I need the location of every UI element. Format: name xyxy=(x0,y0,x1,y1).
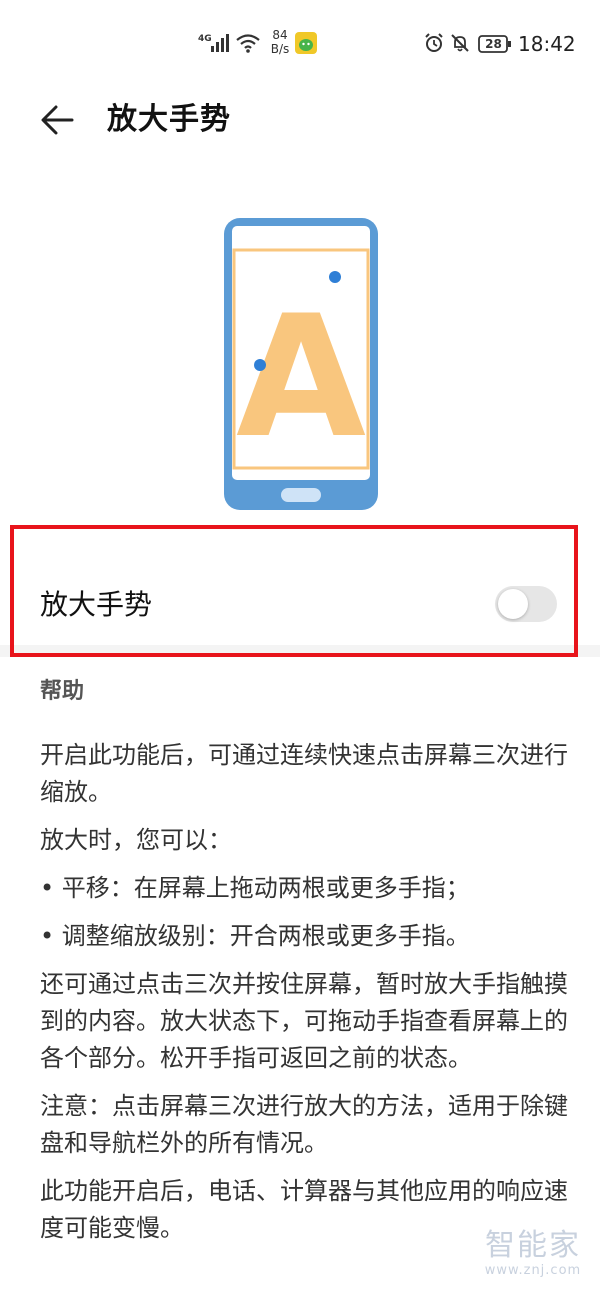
help-paragraph: 注意：点击屏幕三次进行放大的方法，适用于除键盘和导航栏外的所有情况。 xyxy=(40,1092,568,1157)
toggle-knob xyxy=(498,589,528,619)
watermark-title: 智能家 xyxy=(485,1228,581,1263)
setting-label: 放大手势 xyxy=(40,588,153,621)
watermark-url: www.znj.com xyxy=(484,1263,582,1278)
watermark: 智能家 www.znj.com xyxy=(478,1228,588,1279)
help-paragraph: 还可通过点击三次并按住屏幕，暂时放大手指触摸到的内容。放大状态下，可拖动手指查看… xyxy=(40,970,568,1072)
network-speed: 84 B/s xyxy=(266,28,294,56)
network-type-label: 4G xyxy=(198,34,212,44)
help-paragraph: • 调整缩放级别：开合两根或更多手指。 xyxy=(40,922,470,950)
touch-point-dot xyxy=(254,359,266,371)
network-speed-unit: B/s xyxy=(270,42,290,56)
wifi-icon xyxy=(236,34,260,53)
help-paragraph: 放大时，您可以： xyxy=(40,826,232,854)
magnify-gesture-setting-row[interactable]: 放大手势 xyxy=(0,525,600,655)
page-title: 放大手势 xyxy=(107,102,231,137)
app-notification-icon xyxy=(295,32,317,54)
battery-level: 28 xyxy=(485,37,502,51)
help-paragraph: 开启此功能后，可通过连续快速点击屏幕三次进行缩放。 xyxy=(40,741,568,806)
status-bar: 4G 84 B/s 28 18:42 xyxy=(0,0,600,90)
back-button[interactable] xyxy=(30,90,90,150)
alarm-icon xyxy=(425,33,443,52)
app-bar: 放大手势 xyxy=(0,90,600,150)
magnify-gesture-illustration: A xyxy=(222,216,380,512)
help-text: 开启此功能后，可通过连续快速点击屏幕三次进行缩放。 放大时，您可以： • 平移：… xyxy=(40,737,568,1258)
signal-icon: 4G xyxy=(198,34,229,52)
back-arrow-icon xyxy=(41,105,74,135)
network-speed-value: 84 xyxy=(272,28,288,42)
touch-point-dot xyxy=(329,271,341,283)
help-paragraph: • 平移：在屏幕上拖动两根或更多手指； xyxy=(40,874,470,902)
battery-icon: 28 xyxy=(478,35,512,53)
help-section-title: 帮助 xyxy=(40,679,85,704)
magnify-gesture-toggle[interactable] xyxy=(495,586,557,622)
clock-time: 18:42 xyxy=(518,32,576,56)
section-divider xyxy=(0,645,600,657)
illustration-letter: A xyxy=(236,279,366,475)
mute-bell-icon xyxy=(451,34,469,52)
